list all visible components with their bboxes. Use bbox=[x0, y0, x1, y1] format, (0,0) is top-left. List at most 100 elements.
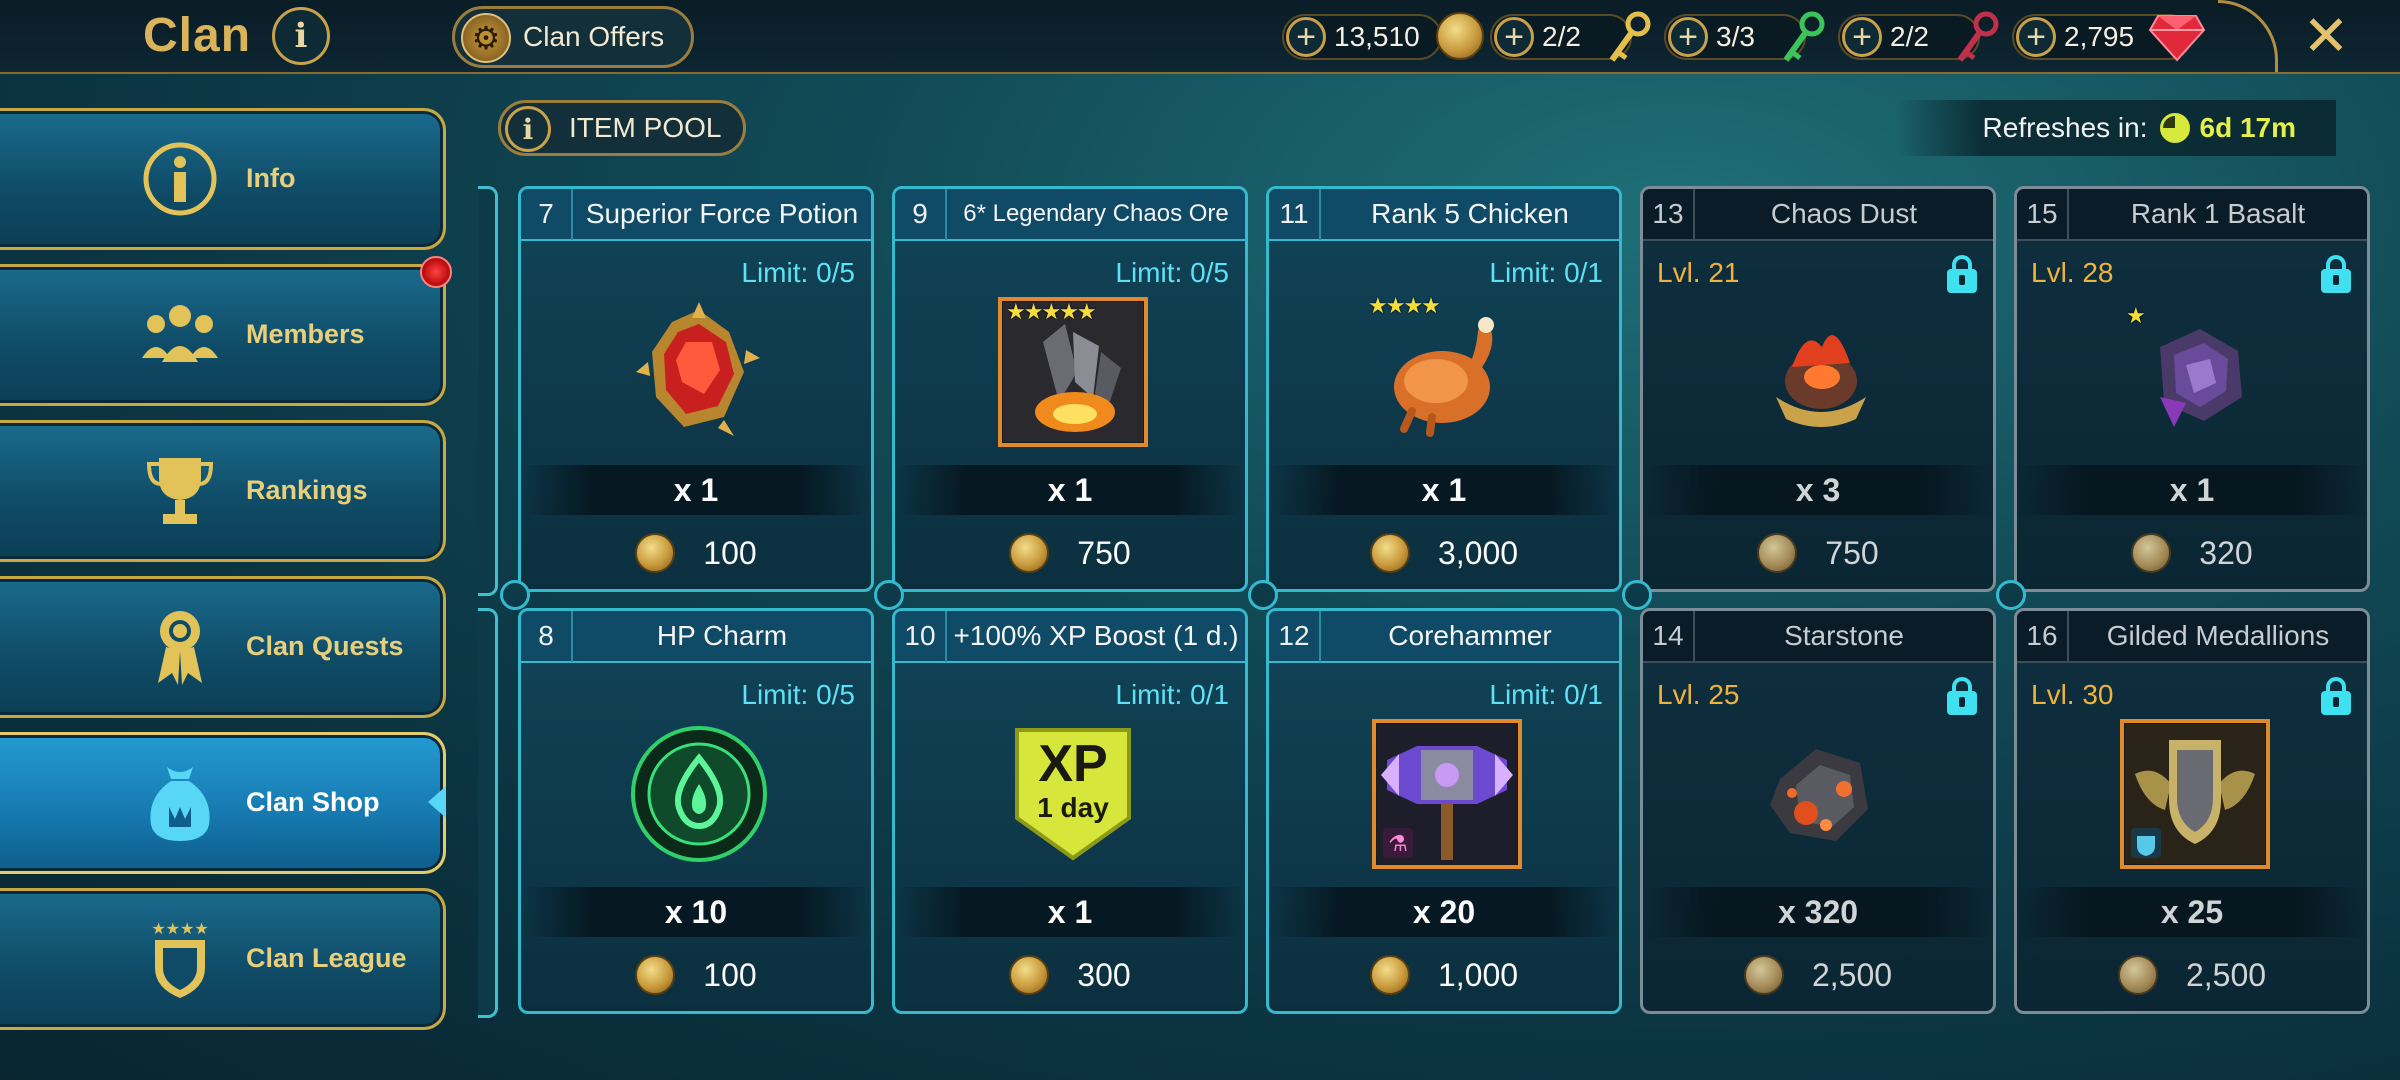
card-quantity: x 1 bbox=[521, 465, 871, 515]
shop-card[interactable]: 9 6* Legendary Chaos Ore Limit: 0/5 ★★★★… bbox=[892, 186, 1248, 592]
card-price: 3,000 bbox=[1269, 525, 1619, 581]
card-header: 13 Chaos Dust bbox=[1643, 189, 1993, 241]
card-header: 8 HP Charm bbox=[521, 611, 871, 663]
card-header: 9 6* Legendary Chaos Ore bbox=[895, 189, 1245, 241]
sidebar-item-clan-quests[interactable]: Clan Quests bbox=[0, 576, 446, 718]
sidebar-item-label: Rankings bbox=[246, 475, 368, 505]
previous-card-peek[interactable] bbox=[478, 608, 498, 1018]
resource-value: 2,795 bbox=[2064, 21, 2135, 52]
card-name: HP Charm bbox=[656, 620, 788, 651]
resource-value: 3/3 bbox=[1716, 21, 1755, 52]
sidebar-item-label: Clan League bbox=[246, 943, 407, 973]
card-quantity: x 1 bbox=[895, 887, 1245, 937]
shop-card-locked[interactable]: 15 Rank 1 Basalt Lvl. 28 ★ x 1 320 bbox=[2014, 186, 2370, 592]
close-icon: ✕ bbox=[2302, 4, 2350, 67]
card-level-requirement: Lvl. 30 bbox=[2031, 679, 2114, 710]
card-number: 9 bbox=[895, 189, 947, 240]
xp-badge-text: XP bbox=[1038, 735, 1108, 793]
plus-icon[interactable]: + bbox=[1494, 17, 1534, 57]
price-value: 320 bbox=[2199, 534, 2253, 571]
sidebar-item-rankings[interactable]: Rankings bbox=[0, 420, 446, 562]
card-name: Rank 5 Chicken bbox=[1371, 198, 1569, 229]
shop-grid: 7 Superior Force Potion Limit: 0/5 x 1 1… bbox=[478, 186, 2400, 1018]
card-number: 7 bbox=[521, 189, 573, 240]
card-header: 14 Starstone bbox=[1643, 611, 1993, 663]
sidebar-item-members[interactable]: Members bbox=[0, 264, 446, 406]
card-header: 7 Superior Force Potion bbox=[521, 189, 871, 241]
card-quantity: x 1 bbox=[2017, 465, 2367, 515]
shop-card[interactable]: 11 Rank 5 Chicken Limit: 0/1 ★★★★ x 1 3,… bbox=[1266, 186, 1622, 592]
frame-joint bbox=[874, 580, 904, 610]
card-price: 750 bbox=[1643, 525, 1993, 581]
sidebar-item-info[interactable]: Info bbox=[0, 108, 446, 250]
resource-value: 13,510 bbox=[1334, 21, 1420, 52]
chaos-dust-icon bbox=[1746, 297, 1896, 447]
item-pool-button[interactable]: i ITEM POOL bbox=[498, 100, 746, 156]
frame-joint bbox=[1248, 580, 1278, 610]
top-bar: Clan i ⚙ Clan Offers + 13,510 + 2/2 + 3/… bbox=[0, 0, 2400, 74]
card-limit: Limit: 0/1 bbox=[1489, 679, 1603, 710]
card-price: 1,000 bbox=[1269, 947, 1619, 1003]
page-title: Clan bbox=[143, 9, 252, 62]
sidebar-item-clan-shop[interactable]: Clan Shop bbox=[0, 732, 446, 874]
plus-icon[interactable]: + bbox=[1286, 17, 1326, 57]
sidebar-item-label: Members bbox=[246, 319, 365, 349]
close-button[interactable]: ✕ bbox=[2296, 4, 2356, 67]
silver-coin-icon bbox=[1757, 533, 1798, 573]
active-indicator-arrow bbox=[428, 786, 446, 818]
red-key-icon bbox=[1957, 11, 1999, 62]
card-number: 11 bbox=[1269, 189, 1321, 240]
rarity-stars: ★★★★ bbox=[1368, 293, 1441, 318]
card-number: 13 bbox=[1643, 189, 1695, 240]
silver-coin-icon bbox=[1743, 955, 1784, 995]
card-header: 12 Corehammer bbox=[1269, 611, 1619, 663]
previous-card-peek[interactable] bbox=[478, 186, 498, 596]
shop-card[interactable]: 10 +100% XP Boost (1 d.) Limit: 0/1 XP 1… bbox=[892, 608, 1248, 1014]
card-price: 300 bbox=[895, 947, 1245, 1003]
item-pool-label: ITEM POOL bbox=[569, 112, 722, 143]
refresh-timer: Refreshes in: 6d 17m bbox=[1896, 100, 2336, 156]
sidebar-item-clan-league[interactable]: ★★★★ Clan League bbox=[0, 888, 446, 1030]
price-value: 750 bbox=[1825, 534, 1879, 571]
shop-card[interactable]: 8 HP Charm Limit: 0/5 x 10 100 bbox=[518, 608, 874, 1014]
price-value: 100 bbox=[703, 956, 757, 993]
info-button[interactable]: i bbox=[272, 7, 330, 65]
price-value: 3,000 bbox=[1437, 534, 1519, 571]
members-icon bbox=[140, 295, 220, 375]
plus-icon[interactable]: + bbox=[1668, 17, 1708, 57]
shop-card-locked[interactable]: 16 Gilded Medallions Lvl. 30 x 25 2,500 bbox=[2014, 608, 2370, 1014]
card-name: Gilded Medallions bbox=[2106, 620, 2330, 651]
xp-boost-icon: XP 1 day bbox=[998, 719, 1148, 869]
gem-icon bbox=[2148, 15, 2206, 62]
refresh-label: Refreshes in: bbox=[1982, 112, 2148, 143]
card-number: 15 bbox=[2017, 189, 2069, 240]
corehammer-icon: ⚗ bbox=[1372, 719, 1522, 869]
plus-icon[interactable]: + bbox=[1842, 17, 1882, 57]
trophy-icon bbox=[140, 451, 220, 531]
shop-card[interactable]: 7 Superior Force Potion Limit: 0/5 x 1 1… bbox=[518, 186, 874, 592]
card-header: 11 Rank 5 Chicken bbox=[1269, 189, 1619, 241]
info-icon bbox=[140, 139, 220, 219]
card-limit: Limit: 0/1 bbox=[1115, 679, 1229, 710]
shield-stars-icon: ★★★★ bbox=[140, 919, 220, 999]
sidebar-item-label: Clan Shop bbox=[246, 787, 380, 817]
plus-icon[interactable]: + bbox=[2016, 17, 2056, 57]
card-name: Starstone bbox=[1784, 620, 1904, 651]
shop-card-locked[interactable]: 13 Chaos Dust Lvl. 21 x 3 750 bbox=[1640, 186, 1996, 592]
clan-offers-button[interactable]: ⚙ Clan Offers bbox=[452, 6, 694, 68]
price-value: 1,000 bbox=[1437, 956, 1519, 993]
price-value: 300 bbox=[1077, 956, 1131, 993]
chicken-icon: ★★★★ bbox=[1368, 293, 1522, 447]
card-name: Corehammer bbox=[1388, 620, 1552, 651]
shop-card-locked[interactable]: 14 Starstone Lvl. 25 x 320 2,500 bbox=[1640, 608, 1996, 1014]
card-quantity: x 10 bbox=[521, 887, 871, 937]
shop-card[interactable]: 12 Corehammer Limit: 0/1 ⚗ x 20 1,000 bbox=[1266, 608, 1622, 1014]
price-value: 2,500 bbox=[2185, 956, 2267, 993]
svg-text:★★★★: ★★★★ bbox=[151, 919, 208, 938]
rarity-stars: ★★★★★ bbox=[1006, 299, 1097, 324]
card-name: Rank 1 Basalt bbox=[2130, 198, 2306, 229]
card-price: 2,500 bbox=[2017, 947, 2367, 1003]
silver-coin-icon bbox=[2131, 533, 2172, 573]
card-price: 100 bbox=[521, 525, 871, 581]
force-potion-icon bbox=[624, 297, 774, 447]
